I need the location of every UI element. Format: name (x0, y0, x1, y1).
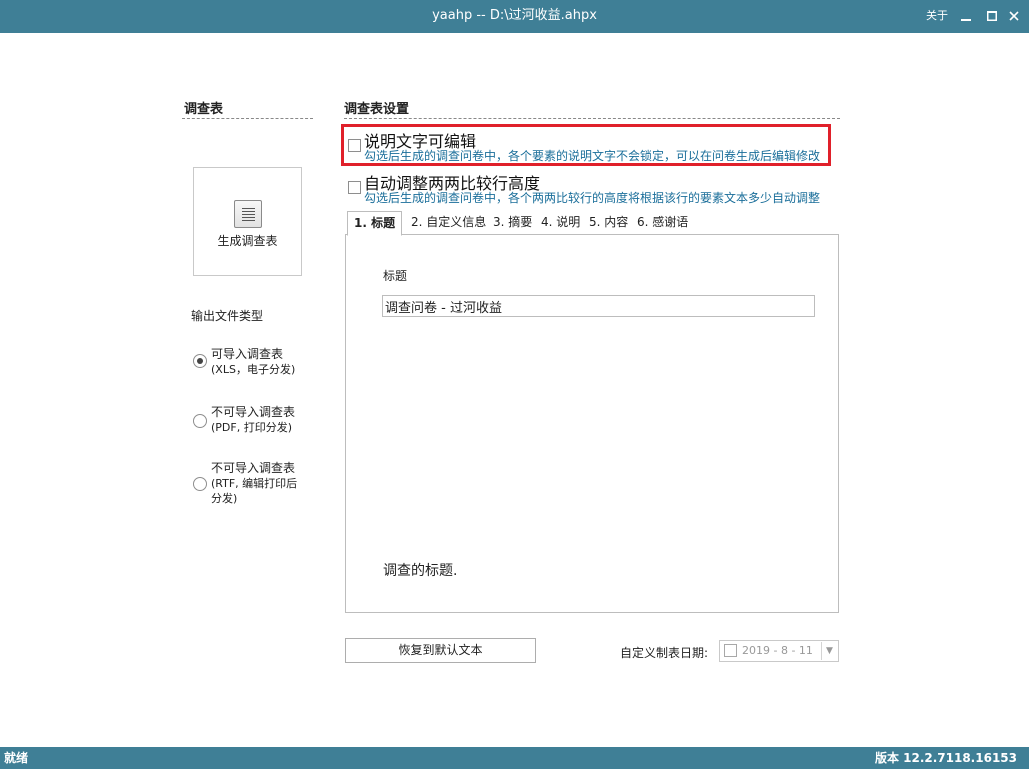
output-pdf-option[interactable]: 不可导入调查表 (PDF, 打印分发) (211, 405, 295, 435)
maximize-button[interactable] (982, 0, 1002, 33)
auto-height-hint: 勾选后生成的调查问卷中，各个两两比较行的高度将根据该行的要素文本多少自动调整 (364, 191, 821, 205)
left-divider (182, 118, 313, 119)
highlight-box (341, 124, 831, 166)
settings-section-title: 调查表设置 (344, 102, 410, 117)
date-enable-checkbox[interactable] (724, 644, 737, 657)
survey-section-title: 调查表 (184, 102, 224, 117)
status-text: 就绪 (4, 751, 29, 765)
output-pdf-radio[interactable] (193, 414, 207, 428)
date-picker[interactable]: 2019 - 8 - 11 ▼ (719, 640, 839, 662)
tab-title[interactable]: 1. 标题 (347, 211, 403, 236)
tab-content[interactable]: 5. 内容 (589, 211, 628, 235)
output-type-label: 输出文件类型 (191, 309, 264, 323)
output-xls-radio[interactable] (193, 354, 207, 368)
title-field-label: 标题 (383, 269, 408, 283)
document-list-icon (234, 200, 262, 228)
tab-custom-info[interactable]: 2. 自定义信息 (411, 211, 486, 235)
output-pdf-sub: (PDF, 打印分发) (211, 421, 293, 434)
output-xls-option[interactable]: 可导入调查表 (XLS，电子分发) (211, 347, 295, 377)
close-icon (1009, 11, 1019, 21)
output-pdf-label: 不可导入调查表 (211, 405, 296, 419)
tab-instructions[interactable]: 4. 说明 (541, 211, 580, 235)
settings-divider (344, 118, 840, 119)
auto-height-checkbox[interactable] (348, 181, 361, 194)
status-bar: 就绪 版本 12.2.7118.16153 (0, 747, 1029, 769)
close-button[interactable] (1004, 0, 1024, 33)
restore-default-button[interactable]: 恢复到默认文本 (345, 638, 536, 663)
title-bar: yaahp -- D:\过河收益.ahpx 关于 (0, 0, 1029, 33)
about-button[interactable]: 关于 (918, 0, 956, 33)
minimize-icon (961, 19, 971, 21)
title-input[interactable] (382, 295, 815, 317)
maximize-icon (987, 11, 997, 21)
output-rtf-label: 不可导入调查表 (211, 461, 296, 475)
chevron-down-icon[interactable]: ▼ (821, 642, 837, 660)
output-xls-sub: (XLS，电子分发) (211, 363, 296, 376)
generate-survey-button[interactable]: 生成调查表 (193, 167, 302, 276)
tab-summary[interactable]: 3. 摘要 (493, 211, 532, 235)
tab-panel: 标题 调查的标题. (345, 234, 839, 613)
version-text: 版本 12.2.7118.16153 (874, 751, 1017, 765)
generate-survey-label: 生成调查表 (217, 234, 278, 248)
output-xls-label: 可导入调查表 (211, 347, 284, 361)
title-field-description: 调查的标题. (383, 563, 458, 579)
date-value: 2019 - 8 - 11 (742, 644, 813, 657)
minimize-button[interactable] (956, 0, 976, 33)
custom-date-label: 自定义制表日期: (620, 646, 709, 660)
output-rtf-option[interactable]: 不可导入调查表 (RTF, 编辑打印后 分发) (211, 461, 297, 506)
output-rtf-sub: (RTF, 编辑打印后 (211, 477, 298, 490)
output-rtf-radio[interactable] (193, 477, 207, 491)
tab-thanks[interactable]: 6. 感谢语 (637, 211, 688, 235)
output-rtf-sub2: 分发) (211, 492, 238, 505)
window-title: yaahp -- D:\过河收益.ahpx (432, 8, 597, 23)
